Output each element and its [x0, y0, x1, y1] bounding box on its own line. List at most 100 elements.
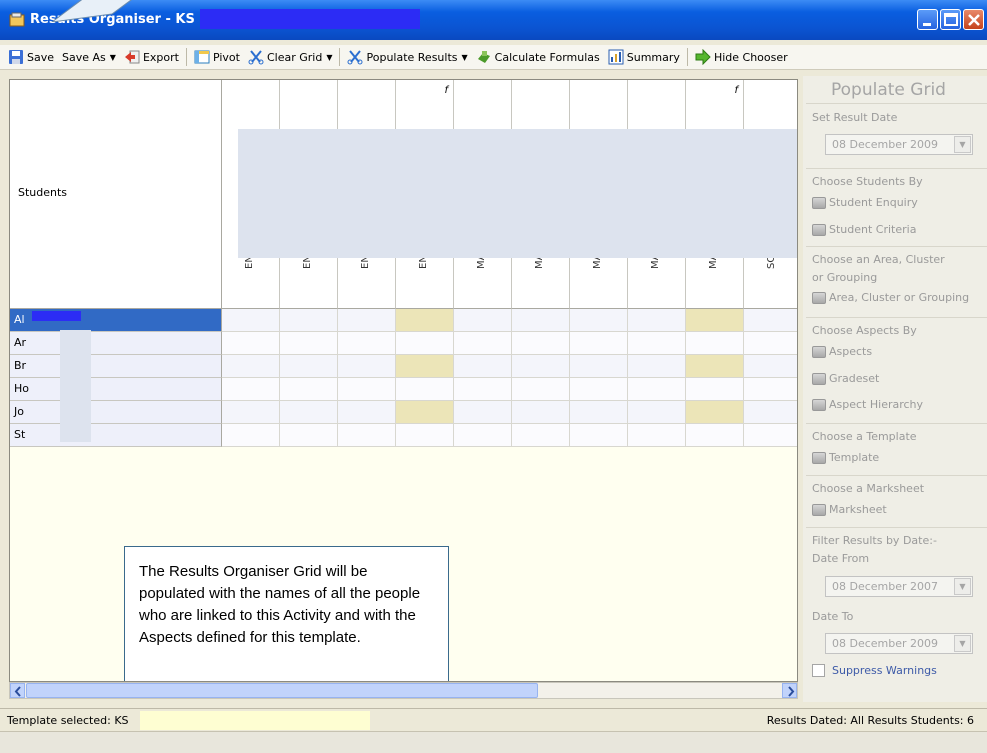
- result-date-picker[interactable]: 08 December 2009 ▼: [825, 134, 973, 155]
- template-button[interactable]: Template: [812, 451, 879, 464]
- result-cell[interactable]: [280, 309, 338, 332]
- chevron-down-icon[interactable]: ▼: [954, 635, 971, 652]
- populate-results-button[interactable]: Populate Results ▼: [343, 46, 471, 68]
- scroll-left-button[interactable]: [10, 683, 25, 698]
- result-cell[interactable]: [222, 355, 280, 378]
- formula-cell[interactable]: [686, 401, 744, 424]
- result-cell[interactable]: [628, 355, 686, 378]
- student-name-cell[interactable]: St: [10, 424, 222, 447]
- formula-cell[interactable]: [396, 378, 454, 401]
- marksheet-button[interactable]: Marksheet: [812, 503, 887, 516]
- result-cell[interactable]: [744, 401, 797, 424]
- result-cell[interactable]: [280, 378, 338, 401]
- result-cell[interactable]: [744, 424, 797, 447]
- result-cell[interactable]: [280, 401, 338, 424]
- table-row[interactable]: Ar: [10, 332, 797, 355]
- result-cell[interactable]: [744, 309, 797, 332]
- result-cell[interactable]: [744, 378, 797, 401]
- student-enquiry-button[interactable]: Student Enquiry: [812, 196, 918, 209]
- table-row[interactable]: St: [10, 424, 797, 447]
- result-cell[interactable]: [454, 401, 512, 424]
- result-cell[interactable]: [628, 309, 686, 332]
- area-cluster-grouping-button[interactable]: Area, Cluster or Grouping: [812, 291, 969, 304]
- suppress-warnings-checkbox[interactable]: Suppress Warnings: [812, 664, 937, 677]
- result-cell[interactable]: [222, 424, 280, 447]
- result-cell[interactable]: [222, 401, 280, 424]
- scroll-right-button[interactable]: [782, 683, 797, 698]
- close-button[interactable]: [963, 9, 984, 30]
- export-button[interactable]: Export: [120, 46, 183, 68]
- formula-cell[interactable]: [396, 355, 454, 378]
- result-cell[interactable]: [570, 355, 628, 378]
- result-cell[interactable]: [512, 355, 570, 378]
- result-cell[interactable]: [454, 424, 512, 447]
- result-cell[interactable]: [744, 355, 797, 378]
- formula-cell[interactable]: [686, 355, 744, 378]
- result-cell[interactable]: [280, 424, 338, 447]
- result-cell[interactable]: [280, 355, 338, 378]
- table-row[interactable]: Al: [10, 309, 797, 332]
- result-cell[interactable]: [222, 332, 280, 355]
- minimize-button[interactable]: [917, 9, 938, 30]
- formula-cell[interactable]: [686, 332, 744, 355]
- result-cell[interactable]: [628, 378, 686, 401]
- result-cell[interactable]: [628, 424, 686, 447]
- save-button[interactable]: Save: [4, 46, 58, 68]
- formula-cell[interactable]: [686, 309, 744, 332]
- result-cell[interactable]: [338, 401, 396, 424]
- result-cell[interactable]: [338, 355, 396, 378]
- student-criteria-button[interactable]: Student Criteria: [812, 223, 916, 236]
- result-cell[interactable]: [222, 378, 280, 401]
- chevron-down-icon[interactable]: ▼: [954, 136, 971, 153]
- result-cell[interactable]: [338, 309, 396, 332]
- horizontal-scrollbar[interactable]: [9, 682, 798, 699]
- result-cell[interactable]: [512, 378, 570, 401]
- formula-cell[interactable]: [686, 424, 744, 447]
- result-cell[interactable]: [338, 378, 396, 401]
- result-cell[interactable]: [512, 309, 570, 332]
- student-name-cell[interactable]: Ho: [10, 378, 222, 401]
- result-cell[interactable]: [454, 309, 512, 332]
- result-cell[interactable]: [222, 309, 280, 332]
- table-row[interactable]: Jo: [10, 401, 797, 424]
- result-cell[interactable]: [280, 332, 338, 355]
- results-grid[interactable]: Students EN EN EN f EN MA MA MA MA f MA SC Al Ar Br Ho…: [9, 79, 798, 682]
- result-cell[interactable]: [338, 332, 396, 355]
- result-cell[interactable]: [454, 355, 512, 378]
- result-cell[interactable]: [570, 378, 628, 401]
- result-cell[interactable]: [512, 424, 570, 447]
- table-row[interactable]: Ho: [10, 378, 797, 401]
- scroll-thumb[interactable]: [26, 683, 538, 698]
- result-cell[interactable]: [628, 401, 686, 424]
- clear-grid-button[interactable]: Clear Grid ▼: [244, 46, 337, 68]
- chevron-down-icon[interactable]: ▼: [954, 578, 971, 595]
- result-cell[interactable]: [454, 332, 512, 355]
- checkbox-box[interactable]: [812, 664, 825, 677]
- save-as-button[interactable]: Save As ▼: [58, 46, 120, 68]
- result-cell[interactable]: [570, 424, 628, 447]
- aspects-button[interactable]: Aspects: [812, 345, 872, 358]
- result-cell[interactable]: [570, 309, 628, 332]
- result-cell[interactable]: [570, 332, 628, 355]
- table-row[interactable]: Br: [10, 355, 797, 378]
- student-name-cell[interactable]: Ar: [10, 332, 222, 355]
- students-column-header[interactable]: Students: [10, 80, 222, 309]
- result-cell[interactable]: [512, 332, 570, 355]
- summary-button[interactable]: Summary: [604, 46, 684, 68]
- result-cell[interactable]: [628, 332, 686, 355]
- formula-cell[interactable]: [686, 378, 744, 401]
- formula-cell[interactable]: [396, 309, 454, 332]
- date-to-picker[interactable]: 08 December 2009 ▼: [825, 633, 973, 654]
- date-from-picker[interactable]: 08 December 2007 ▼: [825, 576, 973, 597]
- gradeset-button[interactable]: Gradeset: [812, 372, 879, 385]
- result-cell[interactable]: [454, 378, 512, 401]
- pivot-button[interactable]: Pivot: [190, 46, 244, 68]
- aspect-hierarchy-button[interactable]: Aspect Hierarchy: [812, 398, 923, 411]
- result-cell[interactable]: [338, 424, 396, 447]
- result-cell[interactable]: [512, 401, 570, 424]
- result-cell[interactable]: [570, 401, 628, 424]
- student-name-cell[interactable]: Jo: [10, 401, 222, 424]
- student-name-cell[interactable]: Br: [10, 355, 222, 378]
- formula-cell[interactable]: [396, 424, 454, 447]
- formula-cell[interactable]: [396, 332, 454, 355]
